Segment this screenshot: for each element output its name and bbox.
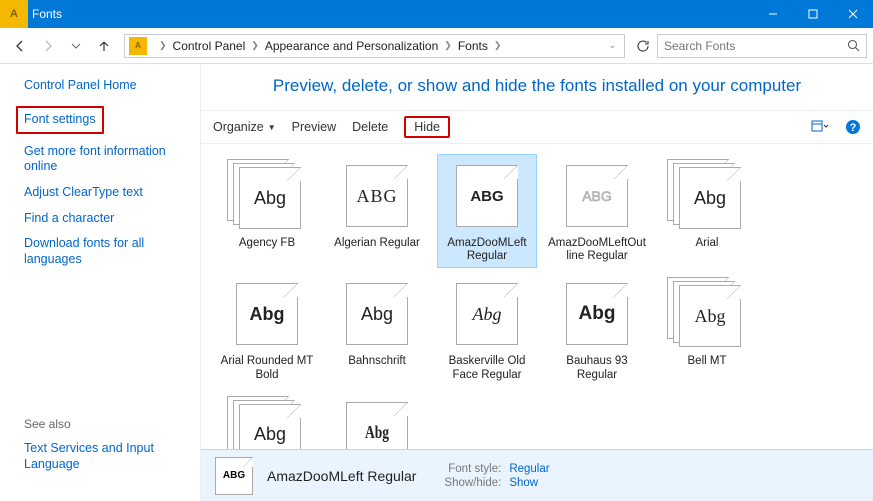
font-name-label: Algerian Regular — [328, 237, 426, 250]
font-name-label: Bahnschrift — [328, 355, 426, 368]
font-card[interactable]: Abg Arial Rounded MT Bold — [217, 272, 317, 386]
status-show-value[interactable]: Show — [509, 477, 549, 489]
search-box[interactable] — [657, 34, 867, 58]
close-button[interactable] — [833, 0, 873, 28]
address-bar: A ❯ Control Panel ❯ Appearance and Perso… — [0, 28, 873, 64]
organize-button[interactable]: Organize▼ — [213, 120, 276, 134]
status-style-value[interactable]: Regular — [509, 463, 549, 475]
cleartype-link[interactable]: Adjust ClearType text — [24, 185, 190, 201]
help-button[interactable]: ? — [845, 119, 861, 135]
font-thumbnail: Abg — [667, 159, 747, 231]
search-input[interactable] — [664, 39, 847, 53]
download-fonts-link[interactable]: Download fonts for all languages — [24, 236, 190, 267]
delete-button[interactable]: Delete — [352, 120, 388, 134]
font-card[interactable]: ABG AmazDooMLeftOutline Regular — [547, 154, 647, 268]
font-name-label: Bauhaus 93 Regular — [548, 355, 646, 381]
text-services-link[interactable]: Text Services and Input Language — [24, 441, 190, 472]
font-name-label: AmazDooMLeft Regular — [438, 237, 536, 263]
font-card[interactable]: ABG Algerian Regular — [327, 154, 427, 268]
breadcrumb-control-panel[interactable]: Control Panel — [173, 39, 246, 53]
font-card[interactable]: Abg Bahnschrift — [327, 272, 427, 386]
forward-button[interactable] — [34, 32, 62, 60]
font-card[interactable]: ABG AmazDooMLeft Regular — [437, 154, 537, 268]
hide-button[interactable]: Hide — [414, 120, 440, 134]
see-also-label: See also — [24, 417, 190, 431]
font-name-label: Arial — [658, 237, 756, 250]
svg-text:?: ? — [850, 122, 857, 134]
status-font-name: AmazDooMLeft Regular — [267, 468, 416, 484]
breadcrumb-fonts[interactable]: Fonts — [458, 39, 488, 53]
maximize-button[interactable] — [793, 0, 833, 28]
font-name-label: Arial Rounded MT Bold — [218, 355, 316, 381]
font-thumbnail: Abg — [227, 159, 307, 231]
font-card[interactable]: Abg Bauhaus 93 Regular — [547, 272, 647, 386]
window-title: Fonts — [32, 7, 753, 21]
font-grid: Abg Agency FB ABG Algerian Regular ABG AmazDo… — [201, 144, 873, 449]
font-name-label: AmazDooMLeftOutline Regular — [548, 237, 646, 263]
refresh-button[interactable] — [631, 32, 655, 60]
font-name-label: Agency FB — [218, 237, 316, 250]
font-thumbnail: Abg — [337, 396, 417, 449]
font-card[interactable]: Abg Bell MT — [657, 272, 757, 386]
breadcrumb-appearance[interactable]: Appearance and Personalization — [265, 39, 438, 53]
more-font-info-link[interactable]: Get more font information online — [24, 144, 190, 175]
chevron-right-icon[interactable]: ❯ — [438, 40, 458, 51]
fonts-icon: A — [129, 37, 147, 55]
font-card[interactable]: Abg Agency FB — [217, 154, 317, 268]
font-thumbnail: Abg — [227, 277, 307, 349]
minimize-button[interactable] — [753, 0, 793, 28]
titlebar: A Fonts — [0, 0, 873, 28]
sidebar: Control Panel Home Font settings Get mor… — [0, 64, 200, 501]
back-button[interactable] — [6, 32, 34, 60]
font-card[interactable]: AbgBernard MT Condensed — [327, 391, 427, 449]
font-thumbnail: Abg — [447, 277, 527, 349]
font-card[interactable]: Abg Baskerville Old Face Regular — [437, 272, 537, 386]
highlight-hide: Hide — [404, 116, 450, 138]
fonts-folder-icon: A — [0, 0, 28, 28]
toolbar: Organize▼ Preview Delete Hide ? — [201, 110, 873, 144]
control-panel-home-link[interactable]: Control Panel Home — [24, 78, 190, 92]
font-thumbnail: Abg — [227, 396, 307, 449]
chevron-right-icon[interactable]: ❯ — [245, 40, 265, 51]
font-name-label: Baskerville Old Face Regular — [438, 355, 536, 381]
status-thumbnail: ABG — [215, 457, 253, 495]
font-name-label: Bell MT — [658, 355, 756, 368]
font-card[interactable]: Abg Arial — [657, 154, 757, 268]
font-thumbnail: Abg — [337, 277, 417, 349]
address-field[interactable]: A ❯ Control Panel ❯ Appearance and Perso… — [124, 34, 625, 58]
font-card[interactable]: AbgBerlin Sans FB — [217, 391, 317, 449]
font-thumbnail: Abg — [557, 277, 637, 349]
font-thumbnail: Abg — [667, 277, 747, 349]
font-thumbnail: ABG — [337, 159, 417, 231]
view-options-button[interactable] — [811, 120, 829, 134]
font-settings-link[interactable]: Font settings — [24, 112, 96, 128]
recent-dropdown[interactable] — [62, 32, 90, 60]
chevron-down-icon: ▼ — [268, 123, 276, 132]
status-style-label: Font style: — [444, 463, 501, 475]
chevron-right-icon[interactable]: ❯ — [153, 40, 173, 51]
status-bar: ABG AmazDooMLeft Regular Font style: Reg… — [201, 449, 873, 501]
search-icon[interactable] — [847, 39, 860, 52]
page-heading: Preview, delete, or show and hide the fo… — [201, 64, 873, 110]
address-dropdown-icon[interactable]: ⌄ — [604, 40, 620, 51]
status-show-label: Show/hide: — [444, 477, 501, 489]
chevron-right-icon[interactable]: ❯ — [488, 40, 508, 51]
font-thumbnail: ABG — [447, 159, 527, 231]
highlight-font-settings: Font settings — [16, 106, 104, 134]
font-thumbnail: ABG — [557, 159, 637, 231]
up-button[interactable] — [90, 32, 118, 60]
preview-button[interactable]: Preview — [292, 120, 336, 134]
find-character-link[interactable]: Find a character — [24, 211, 190, 227]
main-panel: Preview, delete, or show and hide the fo… — [200, 64, 873, 501]
